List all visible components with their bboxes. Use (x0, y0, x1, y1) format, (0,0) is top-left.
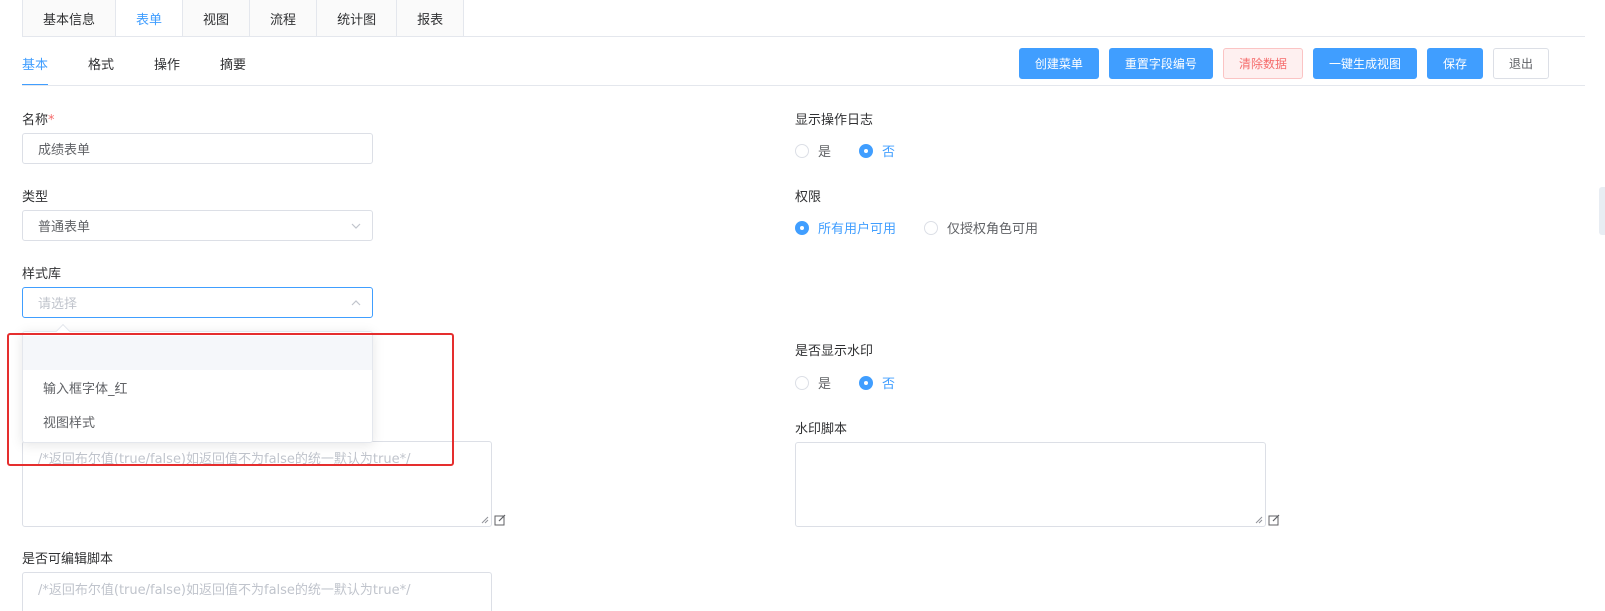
log-label: 显示操作日志 (795, 113, 874, 128)
type-select[interactable]: 普通表单 (22, 210, 373, 241)
editable-script-label: 是否可编辑脚本 (22, 552, 114, 567)
name-input-value: 成绩表单 (38, 143, 91, 158)
log-radio-group: 是 否 (795, 141, 923, 160)
permission-label: 权限 (795, 190, 822, 205)
dropdown-option-empty[interactable] (23, 336, 372, 370)
perm-radio-all-users[interactable]: 所有用户可用 (795, 218, 896, 237)
style-select[interactable]: 请选择 (22, 287, 373, 318)
log-radio-yes[interactable]: 是 (795, 141, 831, 160)
dropdown-option-view-style[interactable]: 视图样式 (23, 404, 372, 438)
perm-all-users-label: 所有用户可用 (818, 222, 897, 237)
radio-checked-icon (859, 375, 874, 390)
edit-icon[interactable] (494, 514, 506, 526)
watermark-radio-group: 是 否 (795, 373, 923, 392)
exit-button[interactable]: 退出 (1492, 48, 1549, 79)
editable-script-placeholder: /*返回布尔值(true/false)如返回值不为false的统一默认为true… (38, 583, 411, 598)
style-select-placeholder: 请选择 (38, 297, 78, 312)
toolbar: 创建菜单 重置字段编号 清除数据 一键生成视图 保存 退出 (1009, 48, 1549, 79)
style-label: 样式库 (22, 267, 62, 282)
generate-view-button[interactable]: 一键生成视图 (1312, 48, 1417, 79)
log-radio-no[interactable]: 否 (859, 141, 895, 160)
watermark-radio-yes[interactable]: 是 (795, 373, 831, 392)
save-button[interactable]: 保存 (1426, 48, 1483, 79)
log-no-label: 否 (882, 145, 896, 160)
subtab-basic[interactable]: 基本 (22, 40, 49, 86)
tab-report[interactable]: 报表 (397, 0, 465, 37)
sub-tabs-divider (22, 85, 1585, 86)
watermark-script-textarea[interactable] (795, 442, 1266, 527)
top-tabs-divider (22, 36, 1585, 37)
radio-circle-icon (795, 375, 809, 390)
style-dropdown: 输入框字体_红 视图样式 (22, 323, 373, 443)
subtab-format[interactable]: 格式 (88, 40, 114, 86)
script-textarea[interactable]: /*返回布尔值(true/false)如返回值不为false的统一默认为true… (22, 441, 492, 527)
required-mark: * (48, 113, 55, 128)
chevron-up-icon (351, 300, 361, 306)
subtab-summary[interactable]: 摘要 (220, 40, 246, 86)
log-yes-label: 是 (818, 145, 832, 160)
radio-checked-icon (859, 143, 874, 158)
tab-view[interactable]: 视图 (183, 0, 251, 37)
resize-handle-icon[interactable] (1255, 516, 1263, 524)
radio-circle-icon (795, 143, 809, 158)
watermark-label: 是否显示水印 (795, 344, 874, 359)
clear-data-button[interactable]: 清除数据 (1222, 48, 1303, 79)
radio-circle-icon (924, 220, 939, 235)
watermark-no-label: 否 (882, 377, 896, 392)
watermark-radio-no[interactable]: 否 (859, 373, 895, 392)
sub-tabs: 基本 格式 操作 摘要 (22, 40, 286, 86)
tab-form[interactable]: 表单 (116, 0, 184, 37)
top-tabs: 基本信息 表单 视图 流程 统计图 报表 (22, 0, 465, 37)
tab-chart[interactable]: 统计图 (317, 0, 398, 37)
name-input[interactable]: 成绩表单 (22, 133, 373, 164)
tab-process[interactable]: 流程 (250, 0, 318, 37)
edit-icon[interactable] (1268, 514, 1280, 526)
watermark-yes-label: 是 (818, 377, 832, 392)
perm-authorized-label: 仅授权角色可用 (947, 222, 1039, 237)
side-panel-handle[interactable] (1599, 187, 1605, 235)
type-select-value: 普通表单 (38, 220, 91, 235)
create-menu-button[interactable]: 创建菜单 (1018, 48, 1099, 79)
watermark-script-label: 水印脚本 (795, 422, 848, 437)
script-textarea-placeholder: /*返回布尔值(true/false)如返回值不为false的统一默认为true… (38, 452, 411, 467)
chevron-down-icon (351, 223, 361, 229)
reset-field-number-button[interactable]: 重置字段编号 (1108, 48, 1213, 79)
perm-radio-authorized-roles[interactable]: 仅授权角色可用 (924, 218, 1038, 237)
editable-script-textarea[interactable]: /*返回布尔值(true/false)如返回值不为false的统一默认为true… (22, 572, 492, 611)
permission-radio-group: 所有用户可用 仅授权角色可用 (795, 218, 1066, 237)
tab-basic-info[interactable]: 基本信息 (22, 0, 117, 37)
name-label-text: 名称 (22, 113, 49, 128)
type-label: 类型 (22, 190, 49, 205)
radio-checked-icon (795, 220, 809, 235)
name-label: 名称* (22, 109, 55, 128)
dropdown-option-red-input-font[interactable]: 输入框字体_红 (23, 370, 372, 404)
subtab-operation[interactable]: 操作 (154, 40, 180, 86)
resize-handle-icon[interactable] (481, 516, 489, 524)
